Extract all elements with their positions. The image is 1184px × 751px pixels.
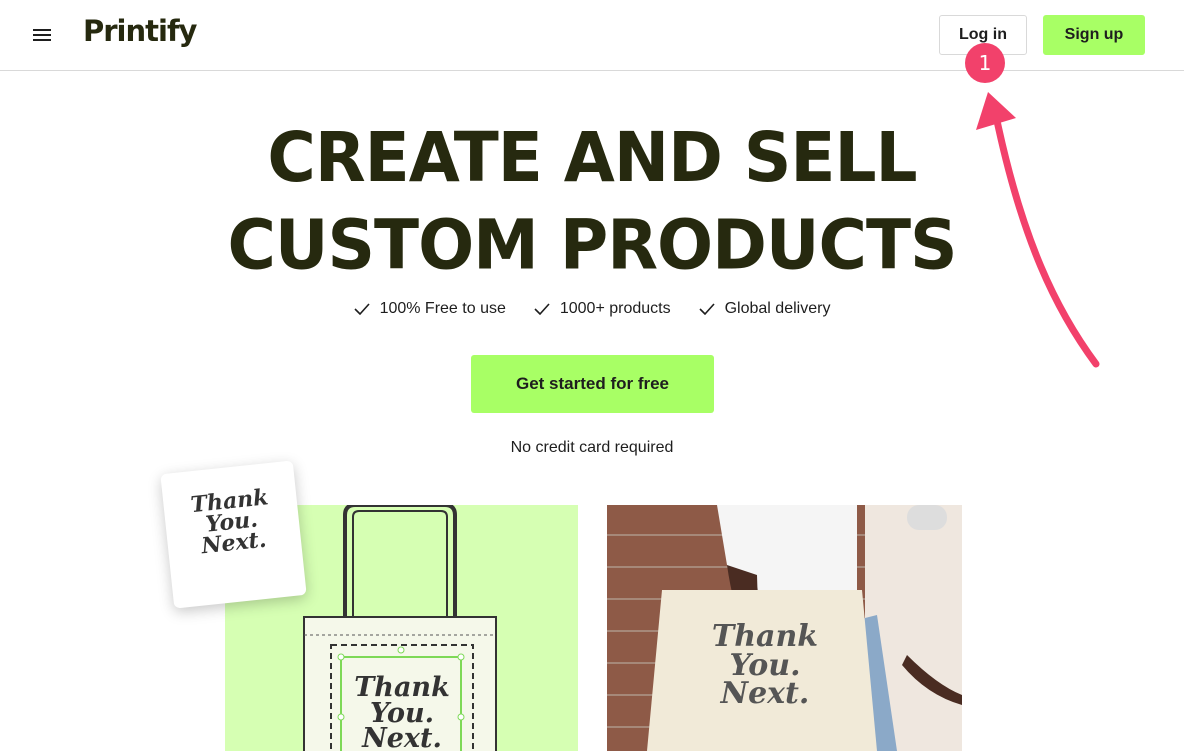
- signup-button[interactable]: Sign up: [1043, 15, 1145, 55]
- feature-item: 1000+ products: [534, 300, 671, 318]
- annotation-arrow-icon: [976, 92, 1100, 368]
- photo-line-3: Next.: [720, 676, 810, 711]
- feature-item: Global delivery: [699, 300, 831, 318]
- design-line-3: Next.: [362, 723, 442, 751]
- get-started-button[interactable]: Get started for free: [471, 355, 714, 413]
- card-design-text: Thank You. Next.: [175, 484, 289, 560]
- checkmark-icon: [353, 303, 370, 315]
- tote-bag-photo: Thank You. Next.: [607, 505, 962, 751]
- tote-design-text: Thank You. Next.: [347, 672, 457, 751]
- feature-label: 1000+ products: [559, 300, 671, 317]
- top-navigation-bar: Printify Log in Sign up: [0, 0, 1184, 71]
- checkmark-icon: [699, 303, 715, 315]
- checkmark-icon: [534, 303, 550, 315]
- printify-logo[interactable]: Printify: [83, 14, 197, 48]
- hamburger-menu-icon[interactable]: [33, 26, 55, 44]
- feature-label: 100% Free to use: [379, 300, 506, 317]
- step-number-badge: 1: [965, 43, 1005, 83]
- design-preview-card: Thank You. Next.: [160, 460, 307, 609]
- no-credit-card-note: No credit card required: [510, 439, 674, 456]
- feature-label: Global delivery: [724, 300, 831, 317]
- photo-design-text: Thank You. Next.: [695, 622, 835, 711]
- design-line-1: Thank: [354, 672, 450, 703]
- feature-item: 100% Free to use: [353, 300, 506, 318]
